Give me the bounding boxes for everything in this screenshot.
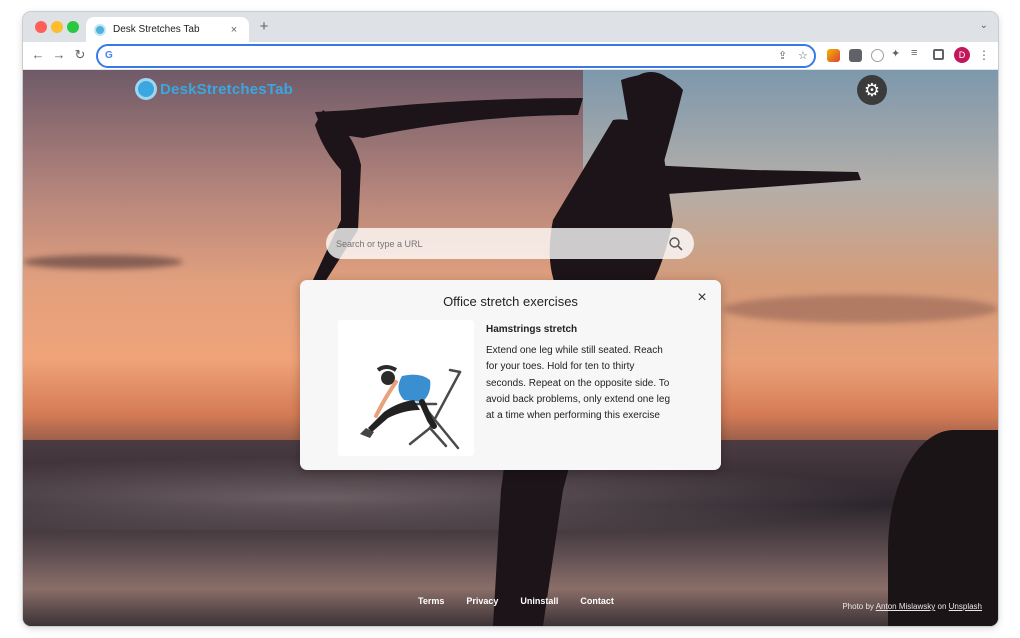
close-window-button[interactable] <box>35 21 47 33</box>
extension-icon-3[interactable] <box>871 49 884 62</box>
reading-list-icon[interactable]: ≡ <box>911 47 924 60</box>
tab-strip: Desk Stretches Tab × + ⌄ <box>23 12 998 42</box>
side-panel-icon[interactable] <box>933 49 944 60</box>
search-bar <box>326 228 694 259</box>
footer-link-terms[interactable]: Terms <box>418 596 444 606</box>
google-icon: G <box>105 50 113 61</box>
tab-close-button[interactable]: × <box>227 24 241 36</box>
credit-author-link[interactable]: Anton Mislawsky <box>876 602 936 611</box>
active-tab[interactable]: Desk Stretches Tab × <box>86 17 249 42</box>
gear-icon: ⚙ <box>863 80 881 100</box>
credit-source-link[interactable]: Unsplash <box>949 602 982 611</box>
tab-favicon-icon <box>94 23 106 36</box>
brand[interactable]: DeskStretchesTab <box>135 78 293 100</box>
exercise-name: Hamstrings stretch <box>486 324 578 335</box>
search-icon[interactable] <box>668 236 684 252</box>
brand-logo-icon <box>135 78 157 100</box>
person-stretching-illustration <box>360 365 462 450</box>
new-tab-button[interactable]: + <box>255 18 273 36</box>
forward-button[interactable]: → <box>50 46 68 64</box>
tab-search-button[interactable]: ⌄ <box>980 20 988 31</box>
exercise-description: Extend one leg while still seated. Reach… <box>486 345 671 422</box>
photo-credit: Photo by Anton Mislawsky on Unsplash <box>842 602 982 611</box>
search-input[interactable] <box>336 238 668 249</box>
extension-icon-1[interactable] <box>827 49 840 62</box>
browser-window: Desk Stretches Tab × + ⌄ ← → ↻ G ⇪ ☆ ✦ ≡… <box>23 12 998 626</box>
card-title: Office stretch exercises <box>443 294 578 309</box>
new-tab-page: DeskStretchesTab ⚙ Office stretch exerci… <box>23 70 998 626</box>
footer-link-uninstall[interactable]: Uninstall <box>520 596 558 606</box>
footer-links: Terms Privacy Uninstall Contact <box>418 596 636 606</box>
stretch-card: Office stretch exercises × Hamstrings st… <box>300 280 721 470</box>
more-menu-icon[interactable]: ⋮ <box>978 48 990 62</box>
browser-toolbar: ← → ↻ G ⇪ ☆ ✦ ≡ D ⋮ <box>23 42 998 70</box>
address-bar[interactable]: G ⇪ ☆ <box>96 44 816 68</box>
extension-icon-2[interactable] <box>849 49 862 62</box>
minimize-window-button[interactable] <box>51 21 63 33</box>
settings-button[interactable]: ⚙ <box>857 75 887 105</box>
bookmark-star-icon[interactable]: ☆ <box>798 49 808 62</box>
credit-prefix: Photo by <box>842 602 874 611</box>
maximize-window-button[interactable] <box>67 21 79 33</box>
share-icon[interactable]: ⇪ <box>778 49 787 62</box>
exercise-illustration <box>338 320 474 456</box>
card-close-button[interactable]: × <box>693 289 711 307</box>
profile-avatar[interactable]: D <box>954 47 970 63</box>
credit-on: on <box>937 602 947 611</box>
tab-title: Desk Stretches Tab <box>113 24 200 35</box>
back-button[interactable]: ← <box>29 46 47 64</box>
puzzle-icon[interactable]: ✦ <box>891 47 904 60</box>
brand-name: DeskStretchesTab <box>160 80 293 98</box>
footer-link-contact[interactable]: Contact <box>580 596 614 606</box>
footer-link-privacy[interactable]: Privacy <box>466 596 498 606</box>
reload-button[interactable]: ↻ <box>71 46 89 64</box>
